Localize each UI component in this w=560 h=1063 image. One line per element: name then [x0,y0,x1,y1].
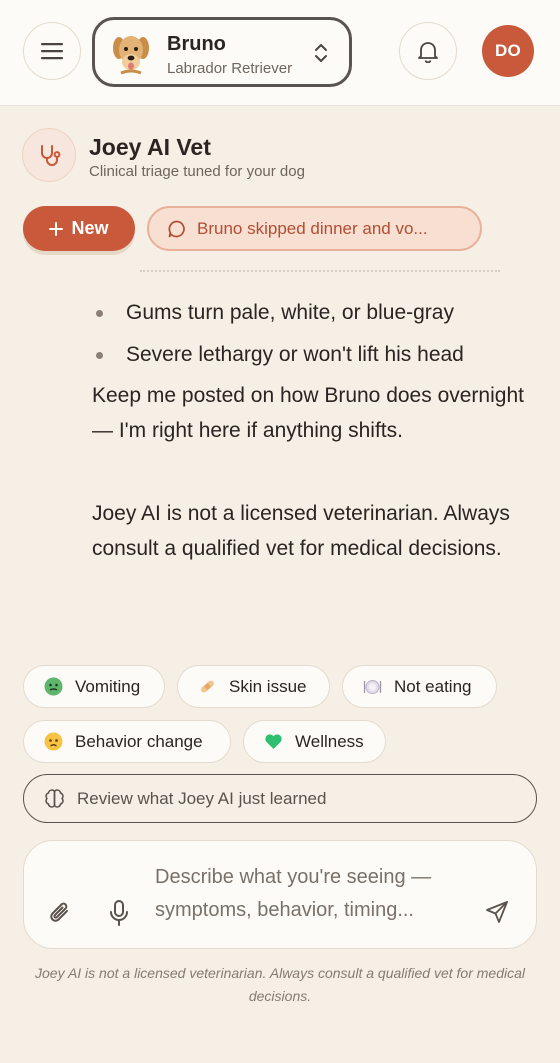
topic-chip-label: Not eating [394,676,472,696]
plate-icon [363,677,382,696]
assistant-avatar [22,128,76,182]
chat-bubble-icon [168,220,185,237]
plus-icon [49,221,64,236]
message-input[interactable] [155,861,475,935]
user-avatar[interactable]: DO [482,25,534,77]
notifications-button[interactable] [399,22,457,80]
topic-chip-label: Vomiting [75,676,141,696]
topic-chip-skin-issue[interactable]: Skin issue [177,665,330,708]
hamburger-menu-icon [41,43,63,60]
menu-button[interactable] [23,22,81,80]
new-chat-label: New [71,218,109,238]
message-paragraph: Joey AI is not a licensed veterinarian. … [92,502,510,560]
topic-chip-behavior-change[interactable]: Behavior change [23,720,231,763]
topic-chip-label: Behavior change [75,731,203,751]
topic-chip-label: Skin issue [229,676,307,696]
bell-icon [418,42,438,63]
footer-disclaimer: Joey AI is not a licensed veterinarian. … [35,965,525,1004]
message-bullet-list: Gums turn pale, white, or blue-gray Seve… [92,292,532,376]
topic-chip-vomiting[interactable]: Vomiting [23,665,165,708]
microphone-icon[interactable] [105,898,133,928]
bandage-icon [198,677,217,696]
topic-chip-wellness[interactable]: Wellness [243,720,386,763]
review-learned-label: Review what Joey AI just learned [77,788,327,808]
scroll-fade-divider [140,270,500,274]
message-composer [23,840,537,949]
topic-chip-label: Wellness [295,731,364,751]
paperclip-icon[interactable] [45,897,75,927]
pet-switcher[interactable]: Bruno Labrador Retriever [92,17,352,87]
pet-breed: Labrador Retriever [167,60,293,77]
stethoscope-icon [41,145,61,166]
assistant-subtitle: Clinical triage tuned for your dog [89,163,305,180]
chevron-up-down-icon [315,44,327,62]
active-thread-chip[interactable]: Bruno skipped dinner and vo... [147,206,482,251]
pet-name: Bruno [167,33,226,55]
topic-chip-not-eating[interactable]: Not eating [342,665,497,708]
list-item: Severe lethargy or won't lift his head [92,334,532,376]
active-thread-label: Bruno skipped dinner and vo... [197,218,428,238]
brain-icon [45,789,64,808]
message-paragraph: Keep me posted on how Bruno does overnig… [92,384,524,442]
assistant-title: Joey AI Vet [89,134,211,160]
review-learned-button[interactable]: Review what Joey AI just learned [23,774,537,823]
list-item: Gums turn pale, white, or blue-gray [92,292,532,334]
send-icon[interactable] [484,899,510,925]
worried-face-icon [44,732,63,751]
new-chat-button[interactable]: New [23,206,135,251]
dog-avatar-icon [113,36,149,75]
green-heart-icon [264,732,283,751]
top-bar: Bruno Labrador Retriever DO [0,0,560,106]
nauseated-face-icon [44,677,63,696]
